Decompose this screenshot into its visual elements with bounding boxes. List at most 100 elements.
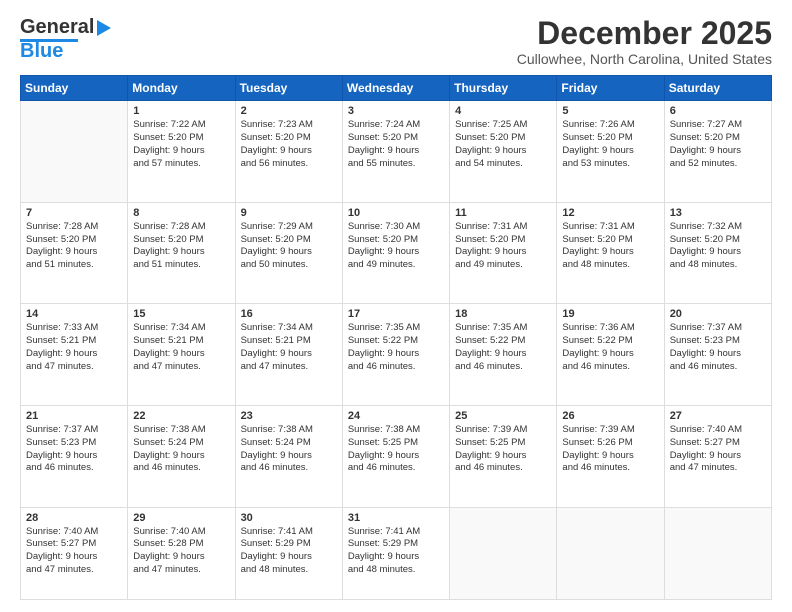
weekday-header-sunday: Sunday [21, 76, 128, 101]
day-number: 5 [562, 105, 658, 117]
calendar-cell: 19 Sunrise: 7:36 AM Sunset: 5:22 PM Dayli… [557, 304, 664, 406]
calendar-cell: 30 Sunrise: 7:41 AM Sunset: 5:29 PM Dayli… [235, 507, 342, 599]
calendar-cell: 15 Sunrise: 7:34 AM Sunset: 5:21 PM Dayli… [128, 304, 235, 406]
day-info: Sunrise: 7:33 AM Sunset: 5:21 PM Dayligh… [26, 322, 122, 373]
calendar-cell: 12 Sunrise: 7:31 AM Sunset: 5:20 PM Dayli… [557, 202, 664, 304]
calendar-cell: 29Sunrise: 7:40 AM Sunset: 5:28 PM Dayli… [128, 507, 235, 599]
day-info: Sunrise: 7:38 AM Sunset: 5:25 PM Dayligh… [348, 424, 444, 475]
day-number: 8 [133, 207, 229, 219]
day-info: Sunrise: 7:30 AM Sunset: 5:20 PM Dayligh… [348, 221, 444, 272]
weekday-header-wednesday: Wednesday [342, 76, 449, 101]
day-info: Sunrise: 7:35 AM Sunset: 5:22 PM Dayligh… [348, 322, 444, 373]
calendar-cell [450, 507, 557, 599]
day-info: Sunrise: 7:24 AM Sunset: 5:20 PM Dayligh… [348, 119, 444, 170]
calendar-cell: 20 Sunrise: 7:37 AM Sunset: 5:23 PM Dayli… [664, 304, 771, 406]
day-number: 2 [241, 105, 337, 117]
logo-arrow-icon [97, 20, 111, 36]
calendar-title: December 2025 [517, 16, 772, 51]
calendar-cell: 21 Sunrise: 7:37 AM Sunset: 5:23 PM Dayli… [21, 406, 128, 508]
day-info: Sunrise: 7:34 AM Sunset: 5:21 PM Dayligh… [241, 322, 337, 373]
weekday-header-monday: Monday [128, 76, 235, 101]
title-block: December 2025 Cullowhee, North Carolina,… [517, 16, 772, 67]
day-info: Sunrise: 7:40 AM Sunset: 5:27 PM Dayligh… [26, 526, 122, 577]
day-info: Sunrise: 7:41 AM Sunset: 5:29 PM Dayligh… [241, 526, 337, 577]
header: General Blue December 2025 Cullowhee, No… [20, 16, 772, 67]
weekday-header-thursday: Thursday [450, 76, 557, 101]
calendar-cell: 31 Sunrise: 7:41 AM Sunset: 5:29 PM Dayli… [342, 507, 449, 599]
day-info: Sunrise: 7:37 AM Sunset: 5:23 PM Dayligh… [26, 424, 122, 475]
day-number: 4 [455, 105, 551, 117]
day-info: Sunrise: 7:37 AM Sunset: 5:23 PM Dayligh… [670, 322, 766, 373]
day-number: 26 [562, 410, 658, 422]
calendar-cell: 5 Sunrise: 7:26 AM Sunset: 5:20 PM Daylig… [557, 101, 664, 203]
calendar-cell: 25 Sunrise: 7:39 AM Sunset: 5:25 PM Dayli… [450, 406, 557, 508]
calendar-cell: 13Sunrise: 7:32 AM Sunset: 5:20 PM Dayli… [664, 202, 771, 304]
calendar-table: SundayMondayTuesdayWednesdayThursdayFrid… [20, 75, 772, 600]
week-row-0: 1Sunrise: 7:22 AM Sunset: 5:20 PM Daylig… [21, 101, 772, 203]
weekday-header-row: SundayMondayTuesdayWednesdayThursdayFrid… [21, 76, 772, 101]
day-number: 11 [455, 207, 551, 219]
day-info: Sunrise: 7:40 AM Sunset: 5:27 PM Dayligh… [670, 424, 766, 475]
day-number: 14 [26, 308, 122, 320]
day-info: Sunrise: 7:39 AM Sunset: 5:25 PM Dayligh… [455, 424, 551, 475]
day-info: Sunrise: 7:35 AM Sunset: 5:22 PM Dayligh… [455, 322, 551, 373]
logo-blue: Blue [20, 40, 63, 63]
logo: General Blue [20, 16, 111, 63]
calendar-cell: 18Sunrise: 7:35 AM Sunset: 5:22 PM Dayli… [450, 304, 557, 406]
day-info: Sunrise: 7:38 AM Sunset: 5:24 PM Dayligh… [133, 424, 229, 475]
calendar-cell: 1Sunrise: 7:22 AM Sunset: 5:20 PM Daylig… [128, 101, 235, 203]
calendar-cell [21, 101, 128, 203]
day-info: Sunrise: 7:31 AM Sunset: 5:20 PM Dayligh… [455, 221, 551, 272]
calendar-cell: 28 Sunrise: 7:40 AM Sunset: 5:27 PM Dayli… [21, 507, 128, 599]
day-number: 9 [241, 207, 337, 219]
day-info: Sunrise: 7:31 AM Sunset: 5:20 PM Dayligh… [562, 221, 658, 272]
calendar-cell: 26 Sunrise: 7:39 AM Sunset: 5:26 PM Dayli… [557, 406, 664, 508]
day-number: 30 [241, 512, 337, 524]
day-number: 29 [133, 512, 229, 524]
day-info: Sunrise: 7:41 AM Sunset: 5:29 PM Dayligh… [348, 526, 444, 577]
day-number: 19 [562, 308, 658, 320]
day-info: Sunrise: 7:26 AM Sunset: 5:20 PM Dayligh… [562, 119, 658, 170]
calendar-cell: 4 Sunrise: 7:25 AM Sunset: 5:20 PM Daylig… [450, 101, 557, 203]
day-number: 15 [133, 308, 229, 320]
day-number: 12 [562, 207, 658, 219]
day-number: 16 [241, 308, 337, 320]
day-info: Sunrise: 7:38 AM Sunset: 5:24 PM Dayligh… [241, 424, 337, 475]
day-info: Sunrise: 7:23 AM Sunset: 5:20 PM Dayligh… [241, 119, 337, 170]
day-info: Sunrise: 7:22 AM Sunset: 5:20 PM Dayligh… [133, 119, 229, 170]
day-number: 31 [348, 512, 444, 524]
day-number: 25 [455, 410, 551, 422]
weekday-header-saturday: Saturday [664, 76, 771, 101]
weekday-header-friday: Friday [557, 76, 664, 101]
day-number: 21 [26, 410, 122, 422]
day-number: 22 [133, 410, 229, 422]
day-info: Sunrise: 7:28 AM Sunset: 5:20 PM Dayligh… [133, 221, 229, 272]
day-info: Sunrise: 7:29 AM Sunset: 5:20 PM Dayligh… [241, 221, 337, 272]
day-info: Sunrise: 7:39 AM Sunset: 5:26 PM Dayligh… [562, 424, 658, 475]
day-number: 3 [348, 105, 444, 117]
logo-general: General [20, 16, 94, 39]
day-number: 28 [26, 512, 122, 524]
week-row-1: 7Sunrise: 7:28 AM Sunset: 5:20 PM Daylig… [21, 202, 772, 304]
calendar-subtitle: Cullowhee, North Carolina, United States [517, 51, 772, 67]
day-number: 24 [348, 410, 444, 422]
calendar-cell: 6Sunrise: 7:27 AM Sunset: 5:20 PM Daylig… [664, 101, 771, 203]
day-info: Sunrise: 7:34 AM Sunset: 5:21 PM Dayligh… [133, 322, 229, 373]
day-info: Sunrise: 7:36 AM Sunset: 5:22 PM Dayligh… [562, 322, 658, 373]
day-info: Sunrise: 7:28 AM Sunset: 5:20 PM Dayligh… [26, 221, 122, 272]
calendar-cell: 23Sunrise: 7:38 AM Sunset: 5:24 PM Dayli… [235, 406, 342, 508]
calendar-cell: 8 Sunrise: 7:28 AM Sunset: 5:20 PM Daylig… [128, 202, 235, 304]
day-info: Sunrise: 7:27 AM Sunset: 5:20 PM Dayligh… [670, 119, 766, 170]
calendar-cell: 22 Sunrise: 7:38 AM Sunset: 5:24 PM Dayli… [128, 406, 235, 508]
week-row-4: 28 Sunrise: 7:40 AM Sunset: 5:27 PM Dayli… [21, 507, 772, 599]
calendar-cell: 2 Sunrise: 7:23 AM Sunset: 5:20 PM Daylig… [235, 101, 342, 203]
calendar-cell: 10 Sunrise: 7:30 AM Sunset: 5:20 PM Dayli… [342, 202, 449, 304]
day-number: 20 [670, 308, 766, 320]
page: General Blue December 2025 Cullowhee, No… [0, 0, 792, 612]
calendar-cell [664, 507, 771, 599]
day-info: Sunrise: 7:25 AM Sunset: 5:20 PM Dayligh… [455, 119, 551, 170]
calendar-body: 1Sunrise: 7:22 AM Sunset: 5:20 PM Daylig… [21, 101, 772, 600]
calendar-cell: 11 Sunrise: 7:31 AM Sunset: 5:20 PM Dayli… [450, 202, 557, 304]
day-number: 10 [348, 207, 444, 219]
day-number: 17 [348, 308, 444, 320]
